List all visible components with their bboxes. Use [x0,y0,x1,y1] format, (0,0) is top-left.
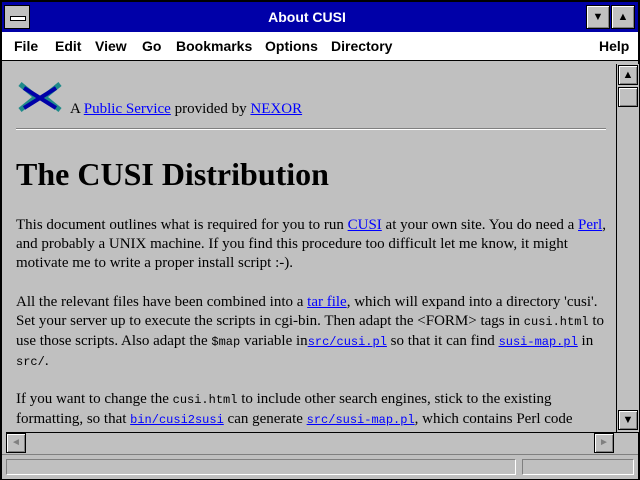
maximize-button[interactable]: ▲ [611,5,635,29]
provided-by-text: provided by [174,101,247,117]
system-menu-button[interactable] [4,5,30,29]
text: All the relevant files have been combine… [16,294,304,310]
bin-cusi2susi-link[interactable]: bin/cusi2susi [130,413,224,427]
menu-edit[interactable]: Edit [55,38,81,54]
text: This document outlines what is required … [16,217,344,233]
prefix-text: A [70,101,81,117]
text: so that it can find [390,333,495,349]
vertical-scroll-thumb[interactable] [618,87,638,107]
horizontal-rule [16,128,606,130]
perl-link[interactable]: Perl [578,217,602,233]
menu-view[interactable]: View [95,38,127,54]
text: can generate [227,411,303,427]
scroll-down-button[interactable]: ▼ [618,410,638,430]
menu-help[interactable]: Help [599,38,629,54]
code-cusi-html: cusi.html [523,315,589,329]
nexor-logo-icon [18,82,62,112]
title-bar[interactable]: About CUSI ▼ ▲ [2,2,638,32]
scroll-up-button[interactable]: ▲ [618,65,638,85]
horizontal-scrollbar[interactable]: ◄ ► [6,432,638,453]
system-menu-icon [10,16,26,21]
vertical-scrollbar[interactable]: ▲ ▼ [616,64,639,432]
text: in [581,333,594,349]
public-service-line: A Public Service provided by NEXOR [70,101,302,118]
paragraph-search-engines: If you want to change the cusi.html to i… [16,390,606,428]
text: variable in [243,333,308,349]
paragraph-requirements: This document outlines what is required … [16,216,606,273]
menu-go[interactable]: Go [142,38,161,54]
text: . [44,353,49,369]
code-src-dir: src/ [16,355,45,369]
code-map-variable: $map [211,335,241,349]
menu-file[interactable]: File [14,38,38,54]
tar-file-link[interactable]: tar file [307,294,347,310]
text: at your own site. You do need a [385,217,575,233]
page-content: A Public Service provided by NEXOR The C… [6,64,614,428]
menu-bar: File Edit View Go Bookmarks Options Dire… [2,32,638,61]
status-bar [2,454,638,479]
menu-directory[interactable]: Directory [331,38,392,54]
status-text-field [6,459,516,475]
text: If you want to change the [16,391,169,407]
status-progress-field [522,459,634,475]
src-cusi-link[interactable]: src/cusi.pl [308,335,387,349]
text: , which contains Perl code [414,411,573,427]
minimize-button[interactable]: ▼ [586,5,610,29]
public-service-link[interactable]: Public Service [84,101,171,117]
menu-options[interactable]: Options [265,38,318,54]
window-title: About CUSI [268,9,346,25]
scroll-right-button[interactable]: ► [594,433,614,453]
nexor-link[interactable]: NEXOR [250,101,302,117]
page-heading: The CUSI Distribution [16,156,329,192]
browser-window: About CUSI ▼ ▲ File Edit View Go Bookmar… [0,0,640,480]
susi-map-link[interactable]: susi-map.pl [499,335,578,349]
cusi-link[interactable]: CUSI [348,217,382,233]
menu-bookmarks[interactable]: Bookmarks [176,38,252,54]
scroll-left-button[interactable]: ◄ [6,433,26,453]
code-cusi-html: cusi.html [172,393,238,407]
paragraph-installation: All the relevant files have been combine… [16,293,606,372]
src-susi-map-link[interactable]: src/susi-map.pl [307,413,415,427]
